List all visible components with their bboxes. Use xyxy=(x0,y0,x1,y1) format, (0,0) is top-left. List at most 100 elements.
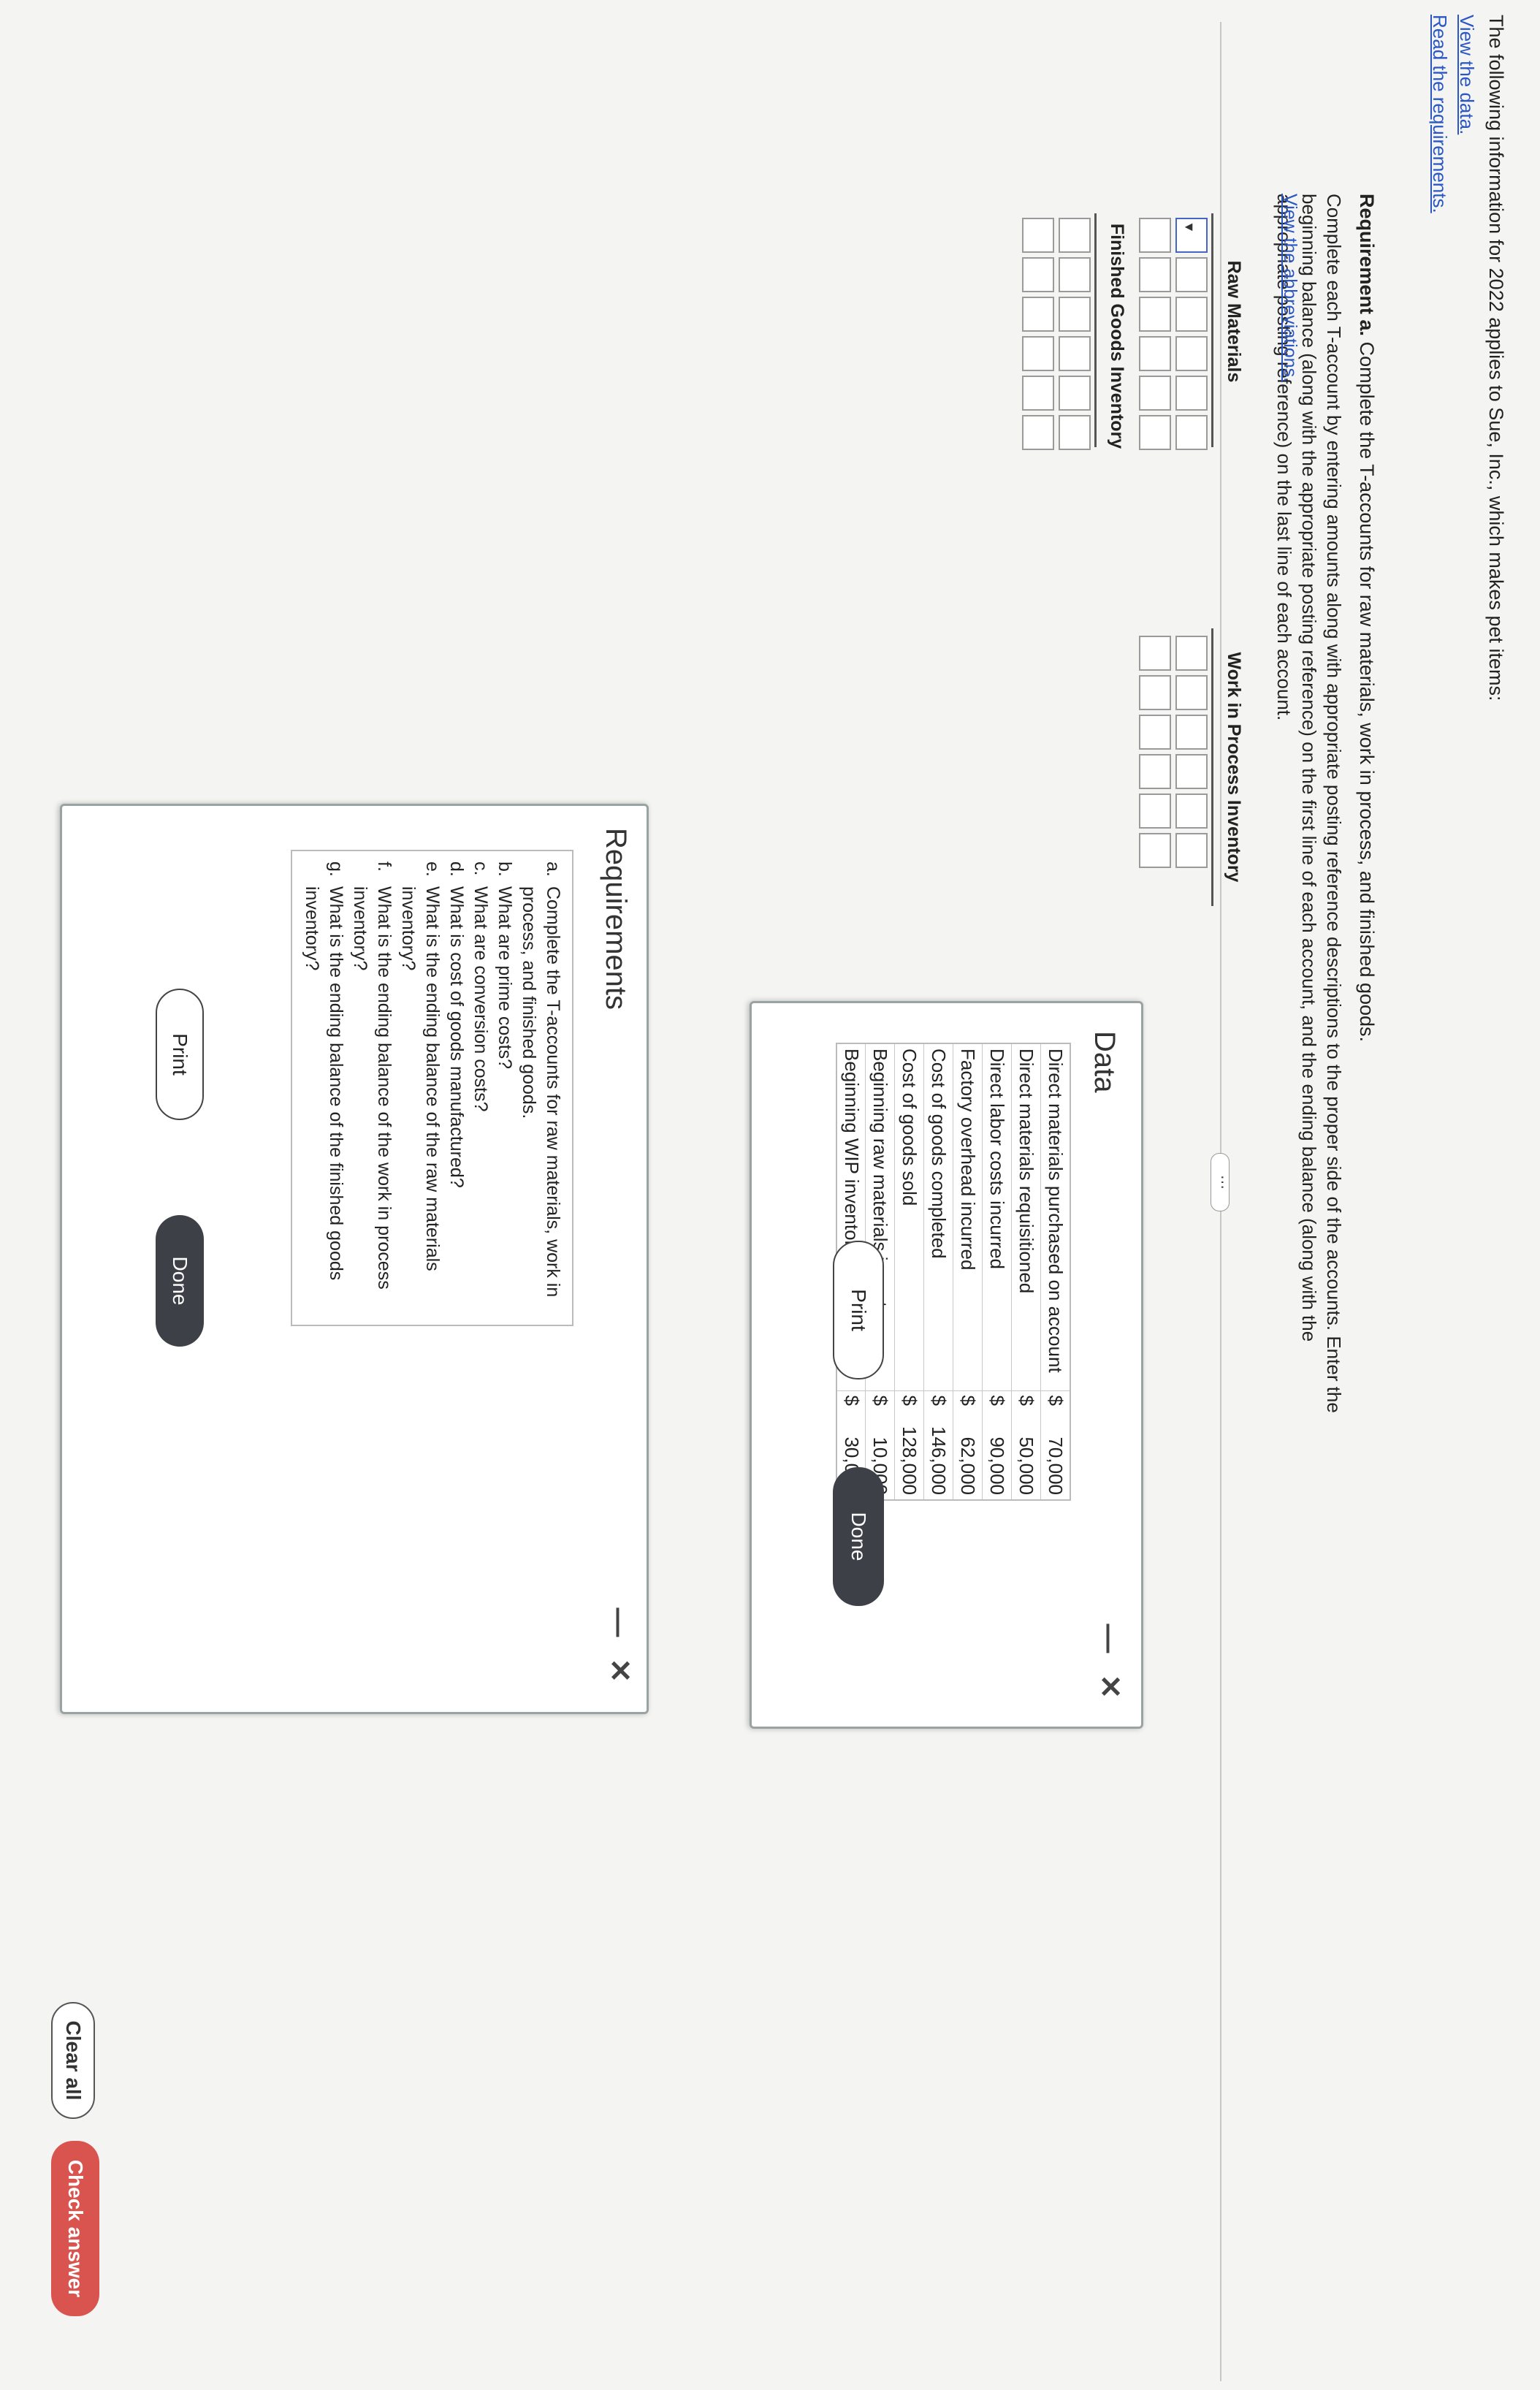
list-item: f. What is the ending balance of the work… xyxy=(348,861,396,1314)
finished-goods-t-top xyxy=(1094,213,1097,447)
raw-materials-title: Raw Materials xyxy=(1224,260,1244,383)
finished-goods-title: Finished Goods Inventory xyxy=(1107,223,1127,449)
ellipsis-icon: ⋯ xyxy=(1214,1175,1230,1190)
minimize-icon[interactable]: — xyxy=(1094,1624,1126,1653)
close-icon[interactable]: ✕ xyxy=(603,1658,636,1683)
finished-goods-cell[interactable] xyxy=(1022,218,1054,253)
list-item: a. Complete the T-accounts for raw materi… xyxy=(516,861,565,1314)
data-currency: $ xyxy=(983,1390,1012,1412)
data-done-button[interactable]: Done xyxy=(833,1467,884,1606)
data-currency: $ xyxy=(895,1390,924,1412)
wip-cell[interactable] xyxy=(1139,636,1171,671)
data-label: Factory overhead incurred xyxy=(953,1043,983,1390)
expand-more-button[interactable]: ⋯ xyxy=(1211,1153,1230,1211)
finished-goods-cell[interactable] xyxy=(1059,257,1091,292)
list-item-letter: g. xyxy=(326,861,346,877)
raw-materials-cell[interactable] xyxy=(1175,257,1208,292)
wip-cell[interactable] xyxy=(1175,794,1208,829)
list-item-letter: d. xyxy=(446,861,467,877)
table-row: Direct materials purchased on account $70… xyxy=(1041,1043,1070,1500)
data-currency: $ xyxy=(836,1390,866,1412)
wip-cell[interactable] xyxy=(1175,636,1208,671)
finished-goods-cell[interactable] xyxy=(1059,218,1091,253)
finished-goods-cell[interactable] xyxy=(1022,415,1054,450)
wip-t-top xyxy=(1211,628,1213,906)
finished-goods-cell[interactable] xyxy=(1022,376,1054,411)
wip-cell[interactable] xyxy=(1175,754,1208,789)
data-label: Direct materials requisitioned xyxy=(1012,1043,1041,1390)
read-requirements-link[interactable]: Read the requirements. xyxy=(1428,15,1451,213)
check-answer-button[interactable]: Check answer xyxy=(51,2141,99,2316)
raw-materials-cell[interactable] xyxy=(1139,376,1171,411)
list-item-text: What is cost of goods manufactured? xyxy=(446,886,467,1188)
finished-goods-cell[interactable] xyxy=(1059,415,1091,450)
raw-materials-cell[interactable] xyxy=(1139,218,1171,253)
finished-goods-cells xyxy=(1022,218,1091,450)
dropdown-arrow-icon[interactable]: ▼ xyxy=(1181,221,1197,234)
data-amount: 90,000 xyxy=(983,1412,1012,1500)
list-item-text: What are conversion costs? xyxy=(470,886,491,1112)
page: The following information for 2022 appli… xyxy=(0,0,1540,2390)
list-item: b. What are prime costs? xyxy=(492,861,516,1314)
view-abbreviations-link[interactable]: View the abbreviations. xyxy=(1279,194,1300,382)
wip-cells-left xyxy=(1139,636,1208,868)
requirement-label: Requirement a. xyxy=(1356,194,1378,337)
list-item-text: What is the ending balance of the work i… xyxy=(350,886,394,1290)
raw-materials-cell[interactable] xyxy=(1175,415,1208,450)
wip-cell[interactable] xyxy=(1175,715,1208,750)
table-row: Direct labor costs incurred $90,000 xyxy=(983,1043,1012,1500)
wip-cell[interactable] xyxy=(1139,675,1171,710)
data-amount: 50,000 xyxy=(1012,1412,1041,1500)
list-item-text: What is the ending balance of the finish… xyxy=(302,886,346,1281)
data-amount: 128,000 xyxy=(895,1412,924,1500)
wip-cell[interactable] xyxy=(1175,675,1208,710)
clear-all-button[interactable]: Clear all xyxy=(51,2002,95,2119)
list-item: e. What is the ending balance of the raw … xyxy=(396,861,444,1314)
finished-goods-cell[interactable] xyxy=(1022,297,1054,332)
list-item-letter: a. xyxy=(543,861,563,877)
minimize-icon[interactable]: — xyxy=(603,1607,636,1637)
data-modal-title: Data xyxy=(1089,1031,1121,1093)
data-print-button[interactable]: Print xyxy=(833,1241,884,1379)
list-item-letter: e. xyxy=(422,861,443,877)
requirement-title: Requirement a. Complete the T-accounts f… xyxy=(1355,194,1378,1042)
data-label: Direct labor costs incurred xyxy=(983,1043,1012,1390)
data-amount: 62,000 xyxy=(953,1412,983,1500)
requirements-list: a. Complete the T-accounts for raw materi… xyxy=(291,850,573,1326)
finished-goods-cell[interactable] xyxy=(1022,336,1054,371)
requirement-text: Complete the T-accounts for raw material… xyxy=(1356,341,1378,1043)
raw-materials-cell[interactable] xyxy=(1139,336,1171,371)
list-item: g. What is the ending balance of the fini… xyxy=(300,861,348,1314)
raw-materials-cell[interactable] xyxy=(1139,297,1171,332)
list-item-letter: c. xyxy=(470,861,491,876)
view-data-link[interactable]: View the data. xyxy=(1455,15,1478,134)
wip-cell[interactable] xyxy=(1139,754,1171,789)
wip-cell[interactable] xyxy=(1139,833,1171,868)
finished-goods-cell[interactable] xyxy=(1022,257,1054,292)
list-item-text: What are prime costs? xyxy=(495,886,515,1070)
data-currency: $ xyxy=(1012,1390,1041,1412)
requirements-done-button[interactable]: Done xyxy=(156,1215,204,1347)
finished-goods-cell[interactable] xyxy=(1059,376,1091,411)
wip-cell[interactable] xyxy=(1175,833,1208,868)
close-icon[interactable]: ✕ xyxy=(1094,1674,1126,1699)
wip-cell[interactable] xyxy=(1139,794,1171,829)
table-row: Direct materials requisitioned $50,000 xyxy=(1012,1043,1041,1500)
requirements-modal-title: Requirements xyxy=(600,828,632,1011)
finished-goods-cell[interactable] xyxy=(1059,336,1091,371)
list-item-text: Complete the T-accounts for raw material… xyxy=(519,886,563,1298)
raw-materials-cell[interactable] xyxy=(1175,297,1208,332)
requirements-modal-controls: — ✕ xyxy=(603,1607,636,1683)
finished-goods-cell[interactable] xyxy=(1059,297,1091,332)
list-item: d. What is cost of goods manufactured? xyxy=(444,861,468,1314)
data-amount: 146,000 xyxy=(924,1412,953,1500)
raw-materials-cell[interactable] xyxy=(1175,376,1208,411)
raw-materials-cell[interactable] xyxy=(1139,257,1171,292)
requirements-print-button[interactable]: Print xyxy=(156,989,204,1120)
wip-cell[interactable] xyxy=(1139,715,1171,750)
list-item: c. What are conversion costs? xyxy=(468,861,492,1314)
raw-materials-cell[interactable] xyxy=(1175,336,1208,371)
raw-materials-t-top xyxy=(1211,213,1213,447)
table-row: Factory overhead incurred $62,000 xyxy=(953,1043,983,1500)
raw-materials-cell[interactable] xyxy=(1139,415,1171,450)
